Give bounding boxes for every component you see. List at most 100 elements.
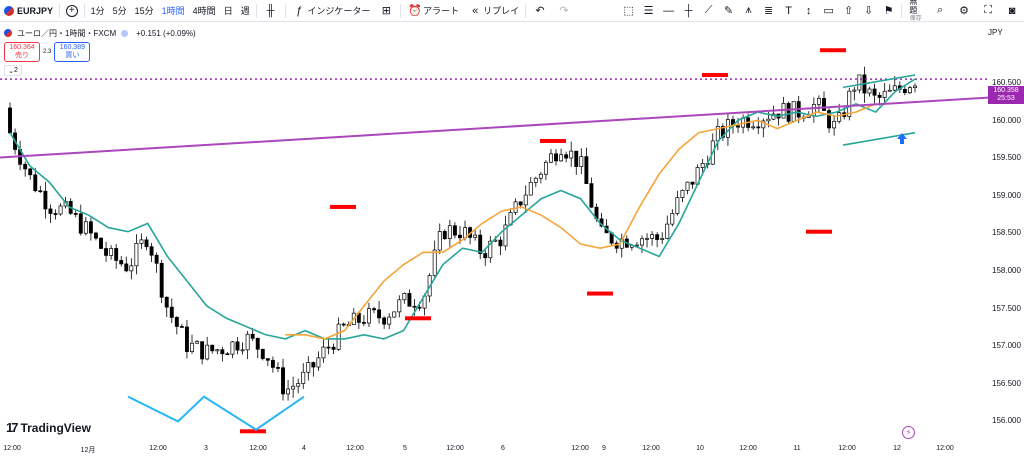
brush-icon[interactable]: ✎: [719, 0, 739, 22]
indicator-count: 2: [13, 67, 18, 74]
symbol-search[interactable]: EURJPY: [0, 0, 57, 22]
candle-body: [533, 177, 538, 183]
arrow-down-icon[interactable]: ⇩: [859, 0, 879, 22]
candle-body: [291, 385, 296, 390]
replay-button[interactable]: « リプレイ: [463, 0, 523, 22]
candle-body: [377, 309, 382, 319]
crossline-icon[interactable]: ┼: [679, 0, 699, 22]
snapshot-button[interactable]: ◙: [1000, 0, 1024, 22]
candle-body: [33, 174, 38, 192]
slow-ma-line: [285, 103, 876, 340]
compare-button[interactable]: +: [62, 0, 82, 22]
time-tick: 12:00: [642, 445, 660, 452]
candle-body: [680, 189, 685, 198]
candle-body: [119, 260, 124, 265]
buy-price: 160.389: [59, 44, 85, 51]
candle-body: [432, 249, 437, 276]
trendline: [0, 96, 988, 159]
undo-icon: ↶: [535, 5, 545, 17]
price-chart[interactable]: [0, 22, 988, 442]
lightning-icon[interactable]: ⚡: [902, 426, 915, 439]
pitchfork-icon[interactable]: ⩚: [739, 0, 759, 22]
chart-type-button[interactable]: ╫: [259, 0, 283, 22]
candles-icon: ╫: [266, 4, 275, 17]
candle-body: [786, 103, 791, 122]
candle-body: [645, 238, 649, 240]
alarm-icon: ⏰: [408, 5, 422, 17]
flag-icon[interactable]: ⚑: [879, 0, 899, 22]
fullscreen-icon: ⛶: [984, 4, 992, 16]
candle-body: [124, 263, 129, 272]
price-tick: 159.500: [992, 153, 1021, 163]
candle-body: [447, 225, 452, 240]
trendline-icon[interactable]: ⟋: [699, 0, 719, 22]
sell-button[interactable]: 160.364 売り: [4, 42, 40, 62]
candle-body: [832, 120, 837, 129]
candle-body: [498, 239, 503, 247]
candle-body: [200, 341, 205, 360]
redo-button[interactable]: ↷: [552, 0, 576, 22]
interval-1m[interactable]: 1分: [87, 0, 109, 22]
arrow-up-icon[interactable]: ⇧: [839, 0, 859, 22]
indicators-button[interactable]: ƒ インジケーター: [287, 0, 374, 22]
gear-icon: ⚙: [959, 5, 969, 17]
text-icon[interactable]: T: [779, 0, 799, 22]
candle-body: [144, 239, 149, 248]
candle-body: [458, 234, 462, 239]
candle-body: [250, 333, 255, 339]
candle-body: [372, 308, 376, 311]
interval-15m[interactable]: 15分: [131, 0, 158, 22]
save-layout-button[interactable]: 無題 保存: [903, 0, 928, 24]
interval-4h[interactable]: 4時間: [189, 0, 220, 22]
interval-day[interactable]: 日: [220, 0, 237, 22]
interval-week[interactable]: 週: [237, 0, 254, 22]
candle-body: [190, 342, 194, 352]
candle-body: [887, 89, 892, 92]
undo-button[interactable]: ↶: [528, 0, 552, 22]
buy-button[interactable]: 160.389 買い: [54, 42, 91, 62]
time-tick: 4: [302, 445, 306, 452]
sell-label: 売り: [15, 52, 29, 59]
candle-body: [99, 237, 103, 249]
templates-button[interactable]: ⊞: [374, 0, 398, 22]
candle-body: [53, 213, 58, 215]
interval-1h[interactable]: 1時間: [158, 0, 189, 22]
bar-countdown: 25:53: [997, 95, 1015, 102]
alert-button[interactable]: ⏰ アラート: [403, 0, 463, 22]
settings-button[interactable]: ⚙: [952, 0, 976, 22]
candle-body: [559, 154, 564, 162]
time-tick: 12:00: [446, 445, 464, 452]
buy-label: 買い: [65, 52, 80, 59]
top-toolbar: EURJPY + 1分 5分 15分 1時間 4時間 日 週 ╫ ƒ インジケータ…: [0, 0, 1024, 22]
time-tick: 12:00: [571, 445, 589, 452]
indicators-toggle[interactable]: ⌄ 2: [4, 65, 22, 76]
horizontal-line-icon[interactable]: —: [659, 0, 679, 22]
candle-body: [791, 101, 796, 122]
candle-body: [210, 344, 215, 352]
tradingview-logo[interactable]: 17 TradingView: [6, 420, 91, 435]
horizontal-levels-icon[interactable]: ☰: [639, 0, 659, 22]
sell-price: 160.364: [9, 44, 35, 51]
divider: [83, 3, 85, 18]
price-tick: 159.000: [992, 190, 1021, 200]
search-button[interactable]: ⌕: [928, 0, 952, 22]
price-tick: 158.500: [992, 228, 1021, 238]
candle-body: [306, 362, 311, 373]
candle-body: [326, 346, 331, 349]
candle-body: [478, 234, 483, 254]
fullscreen-button[interactable]: ⛶: [976, 0, 1000, 22]
candle-body: [549, 153, 553, 163]
candle-body: [736, 125, 740, 128]
price-range-icon[interactable]: ↕: [799, 0, 819, 22]
select-area-icon[interactable]: ⬚: [619, 0, 639, 22]
candle-body: [83, 221, 88, 234]
rectangle-icon[interactable]: ▭: [819, 0, 839, 22]
price-tick: 157.000: [992, 341, 1021, 351]
buy-sell-panel: 160.364 売り 2.3 160.389 買い: [4, 42, 196, 62]
drawing-tools: ⬚ ☰ — ┼ ⟋ ✎ ⩚ ≣ T ↕ ▭ ⇧ ⇩ ⚑: [619, 0, 899, 22]
candle-body: [23, 163, 28, 170]
time-tick: 12: [893, 445, 901, 452]
fib-icon[interactable]: ≣: [759, 0, 779, 22]
candle-body: [104, 248, 109, 256]
interval-5m[interactable]: 5分: [109, 0, 131, 22]
